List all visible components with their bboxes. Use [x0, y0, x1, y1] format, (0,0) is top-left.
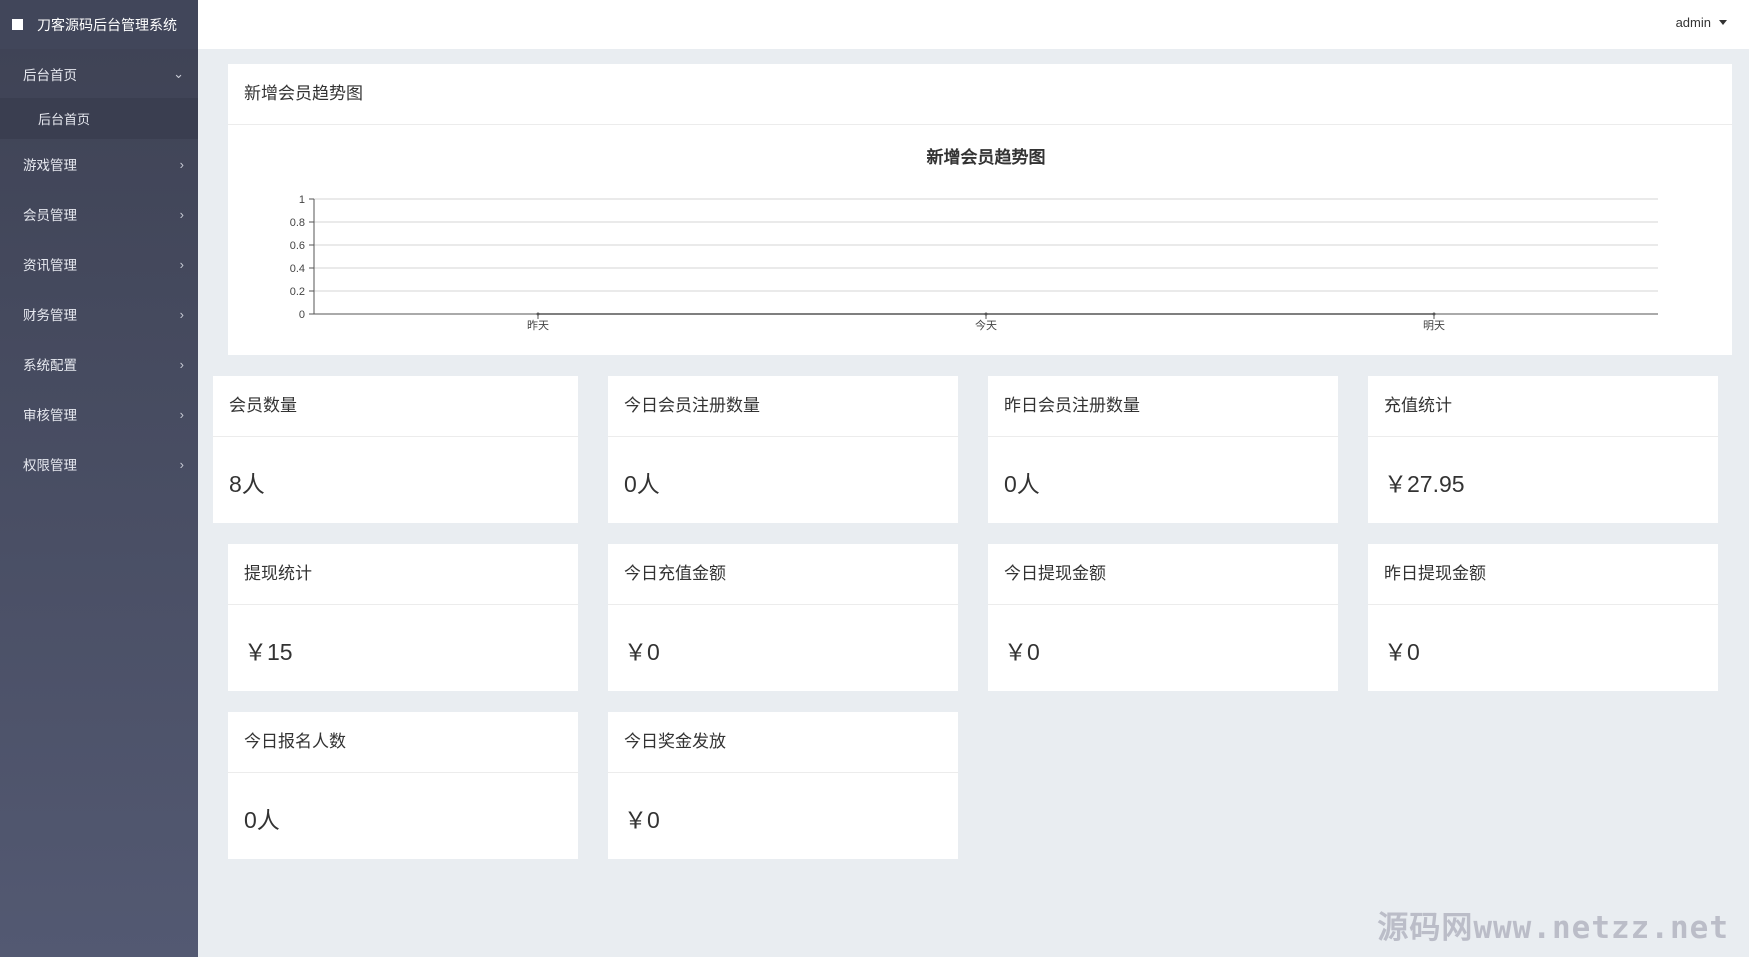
card-title: 昨日提现金额: [1368, 544, 1718, 605]
chevron-down-icon: ⌄: [173, 65, 184, 81]
card-value: ￥0: [624, 807, 660, 833]
chevron-right-icon: ›: [179, 256, 184, 272]
card-title: 会员数量: [213, 376, 578, 437]
caret-down-icon: [1719, 20, 1727, 25]
x-tick-label: 昨天: [527, 319, 549, 332]
sidebar-item-label: 游戏管理: [23, 158, 77, 173]
sidebar-item-system[interactable]: 系统配置 ›: [0, 339, 198, 389]
submenu-item-home[interactable]: 后台首页: [0, 98, 198, 139]
sidebar-item-label: 权限管理: [23, 458, 77, 473]
chevron-right-icon: ›: [179, 456, 184, 472]
stat-card: 今日奖金发放 ￥0: [608, 712, 958, 859]
card-value: ￥15: [244, 639, 293, 665]
card-value: 0人: [1004, 471, 1040, 497]
card-value: 0人: [624, 471, 660, 497]
card-value: ￥0: [1384, 639, 1420, 665]
chevron-right-icon: ›: [179, 206, 184, 222]
sidebar-item-label: 资讯管理: [23, 258, 77, 273]
sidebar: 刀客源码后台管理系统 后台首页 ⌄ 后台首页 游戏管理 › 会员管理 › 资讯管…: [0, 0, 198, 957]
card-value: 8人: [229, 471, 265, 497]
chevron-right-icon: ›: [179, 356, 184, 372]
chevron-right-icon: ›: [179, 306, 184, 322]
card-value: ￥27.95: [1384, 471, 1465, 497]
stat-card: 昨日会员注册数量 0人: [988, 376, 1338, 523]
sidebar-item-home[interactable]: 后台首页 ⌄: [0, 49, 198, 98]
card-title: 今日奖金发放: [608, 712, 958, 773]
watermark: 源码网www.netzz.net: [1377, 910, 1729, 946]
y-tick-label: 0.2: [290, 286, 305, 298]
top-header: admin: [198, 0, 1749, 49]
x-tick-label: 今天: [975, 318, 997, 332]
logo-icon: [12, 19, 23, 30]
sidebar-item-games[interactable]: 游戏管理 ›: [0, 139, 198, 189]
card-title: 今日充值金额: [608, 544, 958, 605]
sidebar-item-permissions[interactable]: 权限管理 ›: [0, 439, 198, 489]
card-title: 今日会员注册数量: [608, 376, 958, 437]
chart-title: 新增会员趋势图: [927, 147, 1046, 167]
stat-card: 今日报名人数 0人: [228, 712, 578, 859]
sidebar-item-finance[interactable]: 财务管理 ›: [0, 289, 198, 339]
sidebar-item-label: 后台首页: [23, 67, 77, 83]
x-tick-label: 明天: [1423, 319, 1445, 332]
panel-title: 新增会员趋势图: [228, 64, 1732, 125]
chevron-right-icon: ›: [179, 406, 184, 422]
submenu-item-label: 后台首页: [38, 112, 91, 127]
stat-card: 今日提现金额 ￥0: [988, 544, 1338, 691]
username: admin: [1675, 15, 1711, 30]
data-point: [1432, 312, 1436, 316]
chevron-right-icon: ›: [179, 156, 184, 172]
card-title: 昨日会员注册数量: [988, 376, 1338, 437]
sidebar-item-review[interactable]: 审核管理 ›: [0, 389, 198, 439]
data-point: [536, 312, 540, 316]
stat-card: 充值统计 ￥27.95: [1368, 376, 1718, 523]
sidebar-item-label: 审核管理: [23, 408, 77, 423]
card-title: 今日提现金额: [988, 544, 1338, 605]
stat-card: 昨日提现金额 ￥0: [1368, 544, 1718, 691]
y-tick-label: 0.6: [290, 240, 305, 252]
sidebar-item-label: 系统配置: [23, 358, 77, 373]
card-value: ￥0: [1004, 639, 1040, 665]
stat-card: 会员数量 8人: [213, 376, 578, 523]
user-menu[interactable]: admin: [1676, 15, 1727, 30]
card-title: 今日报名人数: [228, 712, 578, 773]
data-point: [984, 312, 988, 316]
member-trend-chart: 新增会员趋势图 0 0.2 0.4 0.6 0.8 1 昨天 今天 明天: [290, 147, 1658, 332]
card-title: 充值统计: [1368, 376, 1718, 437]
stat-card: 提现统计 ￥15: [228, 544, 578, 691]
sidebar-item-news[interactable]: 资讯管理 ›: [0, 239, 198, 289]
stat-card: 今日充值金额 ￥0: [608, 544, 958, 691]
app-title: 刀客源码后台管理系统: [37, 16, 177, 33]
brand[interactable]: 刀客源码后台管理系统: [0, 0, 198, 49]
y-tick-label: 0.8: [290, 217, 305, 229]
card-title: 提现统计: [228, 544, 578, 605]
chart-panel: 新增会员趋势图 新增会员趋势图 0 0.2 0.4 0.6 0.8 1 昨天 今天 明天: [228, 64, 1732, 355]
sidebar-item-members[interactable]: 会员管理 ›: [0, 189, 198, 239]
card-value: ￥0: [624, 639, 660, 665]
sidebar-item-label: 会员管理: [23, 208, 77, 223]
y-tick-label: 1: [299, 194, 305, 206]
stat-card: 今日会员注册数量 0人: [608, 376, 958, 523]
sidebar-item-label: 财务管理: [23, 308, 77, 323]
y-tick-label: 0.4: [290, 263, 305, 275]
y-tick-label: 0: [299, 309, 305, 321]
card-value: 0人: [244, 807, 280, 833]
